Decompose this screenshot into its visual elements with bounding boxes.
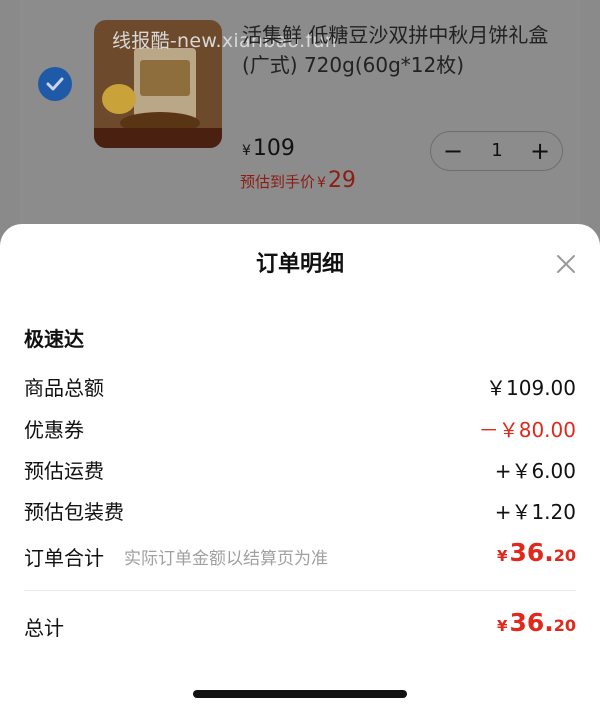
subtotal-row: 商品总额 ￥109.00: [24, 372, 576, 402]
order-total-note: 实际订单金额以结算页为准: [124, 549, 328, 569]
quantity-value[interactable]: 1: [483, 140, 511, 161]
row-value: +￥6.00: [494, 459, 576, 483]
amount-decimal: 20: [553, 546, 576, 565]
row-value: ￥109.00: [486, 376, 576, 400]
item-select-checkbox[interactable]: [38, 67, 72, 101]
row-value: +￥1.20: [494, 500, 576, 524]
checkmark-icon: [46, 77, 64, 91]
order-total-label: 订单合计: [24, 546, 104, 570]
row-label: 商品总额: [24, 376, 104, 400]
row-label: 预估包装费: [24, 500, 124, 524]
coupon-row: 优惠券 －￥80.00: [24, 414, 576, 444]
amount-decimal: 20: [553, 616, 576, 635]
amount-integer: 36.: [509, 608, 554, 637]
home-indicator[interactable]: [193, 690, 407, 698]
packaging-row: 预估包装费 +￥1.20: [24, 496, 576, 526]
order-detail-sheet: 订单明细 极速达 商品总额 ￥109.00 优惠券 －￥80.00 预估运费 +…: [0, 224, 600, 712]
grand-total-row: 总计 ¥36.20: [24, 608, 576, 642]
quantity-stepper: − 1 +: [430, 131, 563, 171]
close-button[interactable]: [552, 250, 580, 278]
row-value: －￥80.00: [478, 418, 576, 442]
product-title[interactable]: 活集鲜 低糖豆沙双拼中秋月饼礼盒(广式) 720g(60g*12枚): [242, 20, 572, 80]
close-icon: [557, 255, 575, 273]
increase-button[interactable]: +: [528, 138, 552, 164]
estimate-label: 预估到手价: [240, 173, 316, 191]
section-heading: 极速达: [24, 327, 84, 351]
decrease-button[interactable]: −: [441, 138, 465, 164]
row-label: 预估运费: [24, 459, 104, 483]
grand-total-value: ¥36.20: [497, 608, 576, 637]
amount-integer: 36.: [509, 538, 554, 567]
shipping-row: 预估运费 +￥6.00: [24, 455, 576, 485]
product-price: ¥109: [242, 136, 295, 161]
row-label: 优惠券: [24, 418, 84, 442]
price-value: 109: [252, 136, 295, 161]
estimated-price: 预估到手价 ¥29: [240, 168, 356, 193]
currency-symbol: ¥: [497, 617, 508, 635]
divider: [24, 590, 576, 591]
grand-total-label: 总计: [24, 616, 64, 640]
sheet-title: 订单明细: [255, 252, 344, 277]
currency-symbol: ¥: [242, 143, 251, 159]
estimate-value: 29: [327, 168, 356, 193]
currency-symbol: ¥: [497, 547, 508, 565]
currency-symbol: ¥: [317, 175, 326, 191]
order-total-row: 订单合计 实际订单金额以结算页为准 ¥36.20: [24, 538, 576, 572]
order-total-value: ¥36.20: [497, 538, 576, 567]
cart-item-backdrop: 线报酷-new.xianbao.fun 活集鲜 低糖豆沙双拼中秋月饼礼盒(广式)…: [0, 0, 600, 250]
